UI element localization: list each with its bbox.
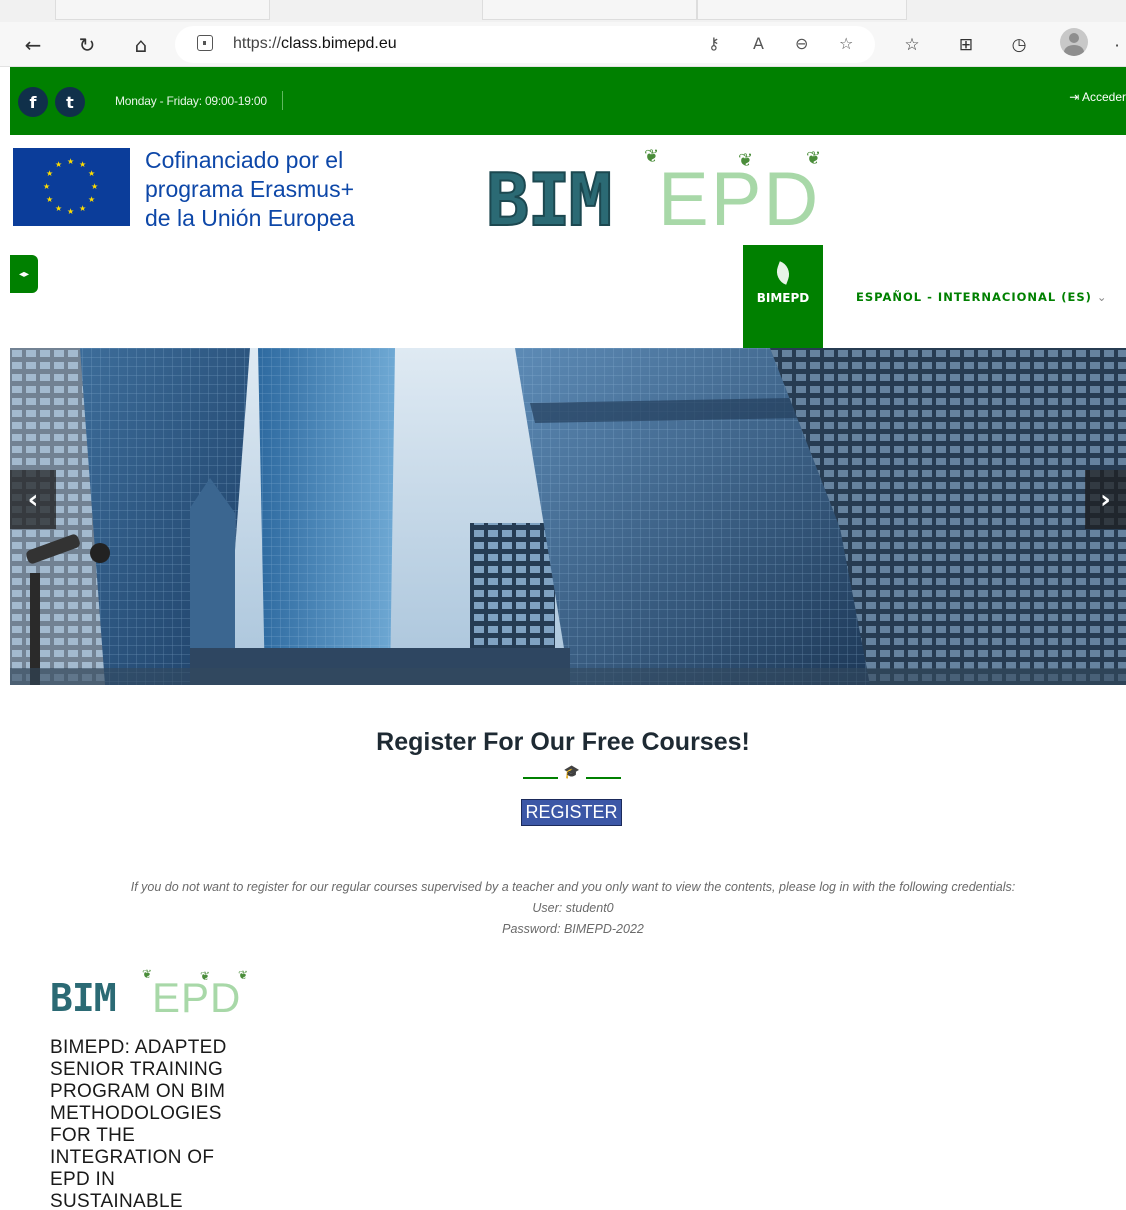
language-selector[interactable]: ESPAÑOL - INTERNACIONAL (ES) ⌄ bbox=[856, 290, 1107, 304]
nav-brand-label: BIMEPD bbox=[756, 291, 810, 305]
chevron-right-icon: › bbox=[1100, 484, 1111, 515]
eu-text-line: Cofinanciado por el bbox=[145, 147, 344, 173]
leaf-icon bbox=[773, 261, 793, 285]
leaf-icon: ❦ bbox=[644, 146, 660, 167]
footer-bimepd-logo: BIM EPD ❦ ❦ ❦ bbox=[50, 967, 255, 1021]
chevron-left-icon: ‹ bbox=[27, 484, 39, 515]
lock-icon[interactable] bbox=[197, 35, 213, 51]
read-aloud-icon[interactable]: A bbox=[753, 34, 764, 53]
graduation-cap-icon: 🎓 bbox=[563, 765, 581, 780]
address-bar[interactable]: https://class.bimepd.eu ⚷ A ⊖ ☆ bbox=[175, 26, 875, 63]
logo-epd-text: EPD bbox=[152, 974, 242, 1021]
divider-line bbox=[523, 777, 558, 779]
divider-line bbox=[586, 777, 621, 779]
collections-icon[interactable]: ⊞ bbox=[951, 30, 981, 60]
logo-epd-text: EPD bbox=[658, 157, 821, 242]
browser-toolbar: ← ↻ ⌂ https://class.bimepd.eu ⚷ A ⊖ ☆ ☆ … bbox=[0, 22, 1126, 67]
zoom-out-icon[interactable]: ⊖ bbox=[795, 34, 808, 53]
nav-home-bimepd[interactable]: BIMEPD bbox=[743, 245, 823, 348]
history-icon[interactable]: ◷ bbox=[1004, 30, 1034, 60]
facebook-icon[interactable]: f bbox=[18, 87, 48, 117]
reload-icon[interactable]: ↻ bbox=[72, 30, 102, 60]
logo-bim-text: BIM bbox=[485, 158, 613, 242]
twitter-icon[interactable]: t bbox=[55, 87, 85, 117]
leaf-icon: ❦ bbox=[238, 968, 249, 982]
add-favorite-icon[interactable]: ☆ bbox=[839, 34, 853, 53]
browser-tab[interactable] bbox=[482, 0, 697, 20]
leaf-icon: ❦ bbox=[200, 969, 211, 983]
guest-password: Password: BIMEPD-2022 bbox=[502, 922, 644, 936]
carousel-prev-button[interactable]: ‹ bbox=[10, 470, 56, 529]
back-icon[interactable]: ← bbox=[18, 30, 48, 60]
profile-icon[interactable] bbox=[1060, 28, 1088, 56]
language-label: ESPAÑOL - INTERNACIONAL (ES) bbox=[856, 290, 1092, 304]
heading-divider: 🎓 bbox=[523, 765, 621, 780]
key-icon[interactable]: ⚷ bbox=[708, 34, 720, 53]
arrows-icon: ◂▸ bbox=[18, 268, 30, 280]
login-label: Acceder bbox=[1081, 90, 1126, 104]
top-info-bar: f t Monday - Friday: 09:00-19:00 ⇥ Acced… bbox=[10, 67, 1126, 135]
browser-tab[interactable] bbox=[697, 0, 907, 20]
guest-credentials-note: If you do not want to register for our r… bbox=[0, 877, 1126, 940]
login-icon: ⇥ bbox=[1069, 90, 1082, 104]
guest-username: User: student0 bbox=[532, 901, 614, 915]
browser-tab-strip bbox=[0, 0, 1126, 22]
eu-text-line: programa Erasmus+ bbox=[145, 176, 354, 202]
divider bbox=[282, 91, 283, 110]
eu-cofunding-text: Cofinanciado por el programa Erasmus+ de… bbox=[145, 146, 355, 233]
chevron-down-icon: ⌄ bbox=[1096, 290, 1107, 304]
register-heading: Register For Our Free Courses! bbox=[376, 728, 750, 756]
program-title: BIMEPD: ADAPTED SENIOR TRAINING PROGRAM … bbox=[50, 1037, 227, 1210]
leaf-icon: ❦ bbox=[806, 148, 822, 169]
skyscrapers-image bbox=[10, 348, 1126, 685]
more-icon[interactable]: · bbox=[1108, 30, 1126, 60]
leaf-icon: ❦ bbox=[142, 967, 153, 981]
opening-hours: Monday - Friday: 09:00-19:00 bbox=[115, 94, 267, 108]
login-link[interactable]: ⇥ Acceder bbox=[1069, 90, 1126, 104]
register-button[interactable]: REGISTER bbox=[521, 799, 622, 826]
drawer-toggle-button[interactable]: ◂▸ bbox=[10, 255, 38, 293]
logo-bim-text: BIM bbox=[50, 976, 117, 1020]
bimepd-logo[interactable]: BIM EPD ❦ ❦ ❦ bbox=[485, 146, 831, 238]
eu-flag-logo: ★ ★ ★ ★ ★ ★ ★ ★ ★ ★ ★ ★ bbox=[13, 148, 130, 226]
leaf-icon: ❦ bbox=[738, 150, 754, 171]
home-icon[interactable]: ⌂ bbox=[126, 30, 156, 60]
info-text: If you do not want to register for our r… bbox=[130, 880, 1016, 894]
carousel-next-button[interactable]: › bbox=[1085, 470, 1126, 529]
eu-text-line: de la Unión Europea bbox=[145, 205, 355, 231]
browser-tab[interactable] bbox=[55, 0, 270, 20]
hero-carousel-image bbox=[10, 348, 1126, 685]
favorites-icon[interactable]: ☆ bbox=[897, 30, 927, 60]
url-text[interactable]: https://class.bimepd.eu bbox=[233, 35, 397, 53]
